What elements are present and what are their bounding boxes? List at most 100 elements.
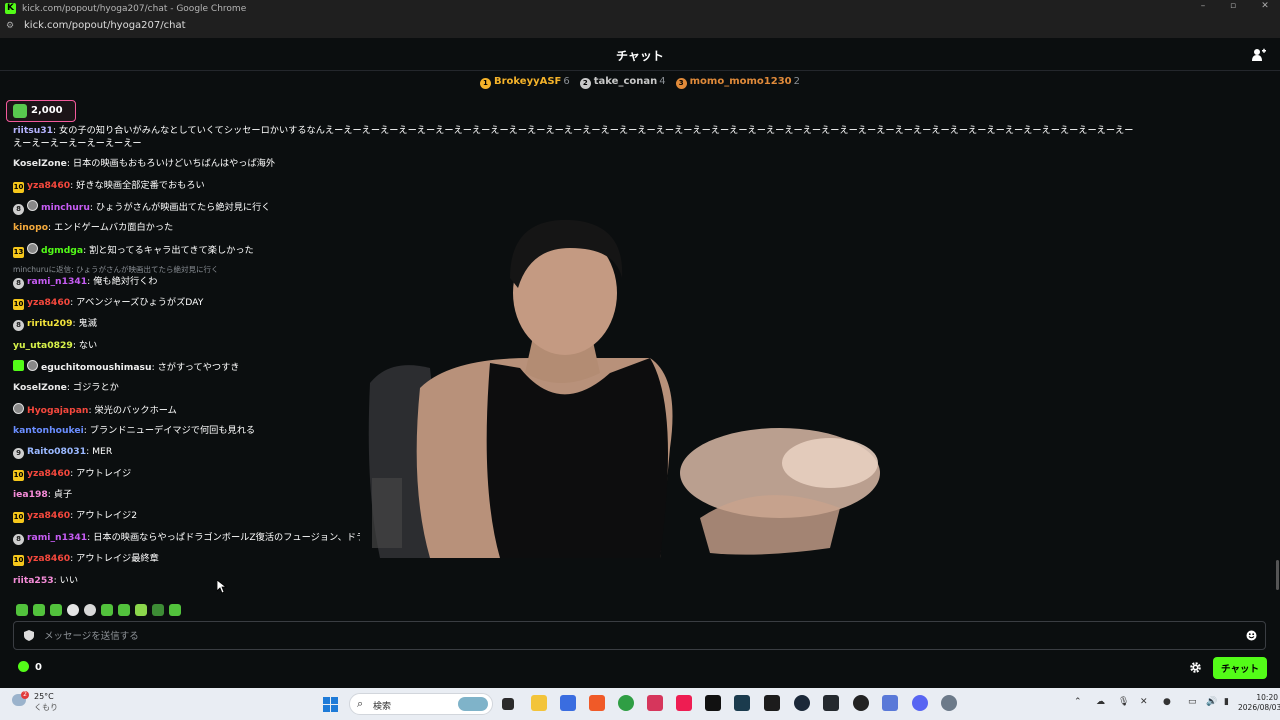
gift-icon xyxy=(13,104,27,118)
subscriber-badge: 10 xyxy=(13,555,24,566)
subscriber-badge: 13 xyxy=(13,247,24,258)
taskbar-clock[interactable]: 10:20 2026/08/03 xyxy=(1238,693,1280,713)
avatar-badge-icon xyxy=(27,243,38,254)
chat-username[interactable]: Raito08031 xyxy=(27,446,86,457)
tiktok-icon[interactable] xyxy=(676,695,692,711)
chat-username[interactable]: kantonhoukei xyxy=(13,425,84,436)
chat-username[interactable]: yza8460 xyxy=(27,553,70,564)
discord-icon[interactable] xyxy=(912,695,928,711)
steam-icon[interactable] xyxy=(794,695,810,711)
site-info-icon[interactable]: ⚙ xyxy=(6,21,18,31)
chat-username[interactable]: Hyogajapan xyxy=(27,405,88,416)
task-view-icon[interactable] xyxy=(502,698,514,710)
chat-username[interactable]: KoselZone xyxy=(13,158,67,169)
search-label: 検索 xyxy=(373,702,392,712)
search-highlight-icon xyxy=(458,697,488,711)
emote-icon[interactable] xyxy=(152,604,164,616)
weather-condition: くもり xyxy=(34,703,58,712)
chat-text: : 好きな映画全部定番でおもろい xyxy=(70,180,205,191)
tray-chevron-icon[interactable]: ⌃ xyxy=(1074,697,1082,707)
chat-username[interactable]: iea198 xyxy=(13,489,48,500)
shield-icon[interactable] xyxy=(24,630,34,641)
brave-icon[interactable] xyxy=(589,695,605,711)
battery-icon[interactable]: ▮ xyxy=(1224,697,1229,707)
emote-icon[interactable] xyxy=(118,604,130,616)
users-icon[interactable] xyxy=(1252,48,1266,61)
message-input[interactable] xyxy=(44,628,1224,644)
display-icon[interactable]: ▭ xyxy=(1188,697,1197,707)
app-icon[interactable] xyxy=(560,695,576,711)
level-badge: 9 xyxy=(13,448,24,459)
reply-text: minchuruに返信: ひょうがさんが映画出てたら絶対見に行く xyxy=(13,265,219,274)
emote-icon[interactable] xyxy=(84,604,96,616)
emote-icon[interactable] xyxy=(50,604,62,616)
volume-icon[interactable]: 🔊 xyxy=(1206,697,1217,707)
chrome-icon[interactable] xyxy=(618,695,634,711)
maximize-icon[interactable]: ▫ xyxy=(1218,1,1248,11)
close-tray-icon[interactable]: ✕ xyxy=(1140,697,1148,707)
chat-username[interactable]: eguchitomoushimasu xyxy=(41,362,152,373)
chat-username[interactable]: riita253 xyxy=(13,575,54,586)
emote-icon[interactable] xyxy=(16,604,28,616)
gear-icon[interactable] xyxy=(1189,661,1202,674)
windows-taskbar: 2 25°C くもり ⌕ 検索 ⌃ ☁ 🎙 ✕ ● ▭ 🔊 ▮ 10:20 20… xyxy=(0,688,1280,720)
minimize-icon[interactable]: – xyxy=(1188,1,1218,11)
send-chat-button[interactable]: チャット xyxy=(1213,657,1267,679)
disney-icon[interactable] xyxy=(734,695,750,711)
app-icon[interactable] xyxy=(764,695,780,711)
supporter-badge-icon xyxy=(13,360,24,371)
pinned-value: 2,000 xyxy=(31,105,63,116)
chat-text: : アベンジャーズひょうがズDAY xyxy=(70,297,204,308)
obs-icon[interactable] xyxy=(853,695,869,711)
chat-username[interactable]: rami_n1341 xyxy=(27,532,87,543)
chat-username[interactable]: dgmdga xyxy=(41,245,83,256)
chat-message: 13 dgmdga: 割と知ってるキャラ出てきて楽しかった xyxy=(13,243,254,258)
chat-message: riita253: いい xyxy=(13,574,78,588)
level-badge: 8 xyxy=(13,278,24,289)
chat-username[interactable]: riitsu31 xyxy=(13,125,53,136)
pinned-gift[interactable]: 2,000 xyxy=(6,100,76,122)
chat-text: : ゴジラとか xyxy=(66,382,119,393)
leaderboard-item[interactable]: 2 take_conan 4 xyxy=(579,76,666,89)
chat-username[interactable]: yu_uta0829 xyxy=(13,340,73,351)
chat-text: : ない xyxy=(72,340,98,351)
chat-scrollbar[interactable] xyxy=(1276,560,1279,590)
emote-icon[interactable] xyxy=(135,604,147,616)
emote-icon[interactable] xyxy=(33,604,45,616)
emote-icon[interactable] xyxy=(169,604,181,616)
emote-icon[interactable] xyxy=(67,604,79,616)
chat-message: riitsu31: 女の子の知り合いがみんなとしていくてシッセーロかいするなんえ… xyxy=(13,124,1133,138)
tray-app-icon[interactable]: ● xyxy=(1163,697,1171,707)
taskbar-search[interactable]: ⌕ 検索 xyxy=(349,693,493,715)
leaderboard-item[interactable]: 1 BrokeyyASF 6 xyxy=(479,76,570,89)
chat-username[interactable]: minchuru xyxy=(41,202,90,213)
file-explorer-icon[interactable] xyxy=(531,695,547,711)
leaderboard-name: BrokeyyASF xyxy=(493,76,562,87)
network-icon[interactable]: ☁ xyxy=(1096,697,1105,707)
chat-username[interactable]: yza8460 xyxy=(27,180,70,191)
settings-app-icon[interactable] xyxy=(941,695,957,711)
chat-message: 8 rami_n1341: 日本の映画ならやっぱドラゴンボールZ復活のフュージョン… xyxy=(13,531,365,545)
chat-username[interactable]: yza8460 xyxy=(27,468,70,479)
app-icon[interactable] xyxy=(882,695,898,711)
chat-message: KoselZone: 日本の映画もおもろいけどいちばんはやっぱ海外 xyxy=(13,157,275,171)
close-icon[interactable]: ✕ xyxy=(1250,1,1280,11)
chat-username[interactable]: kinopo xyxy=(13,222,48,233)
emoji-picker-icon[interactable] xyxy=(1246,630,1257,641)
leaderboard-item[interactable]: 3 momo_momo1230 2 xyxy=(675,76,800,89)
chat-username[interactable]: rami_n1341 xyxy=(27,276,87,287)
level-badge: 8 xyxy=(13,320,24,331)
chat-username[interactable]: KoselZone xyxy=(13,382,67,393)
emote-icon[interactable] xyxy=(101,604,113,616)
chat-message: Hyogajapan: 栄光のバックホーム xyxy=(13,403,177,418)
app-icon[interactable] xyxy=(823,695,839,711)
chat-username[interactable]: yza8460 xyxy=(27,297,70,308)
channel-points[interactable]: 0 xyxy=(18,661,42,673)
mic-icon[interactable]: 🎙 xyxy=(1118,697,1129,707)
app-icon[interactable] xyxy=(647,695,663,711)
terminal-icon[interactable] xyxy=(705,695,721,711)
chat-username[interactable]: riritu209 xyxy=(27,318,72,329)
windows-start-icon[interactable] xyxy=(323,697,338,712)
chat-username[interactable]: yza8460 xyxy=(27,510,70,521)
address-bar[interactable]: kick.com/popout/hyoga207/chat xyxy=(24,20,186,31)
